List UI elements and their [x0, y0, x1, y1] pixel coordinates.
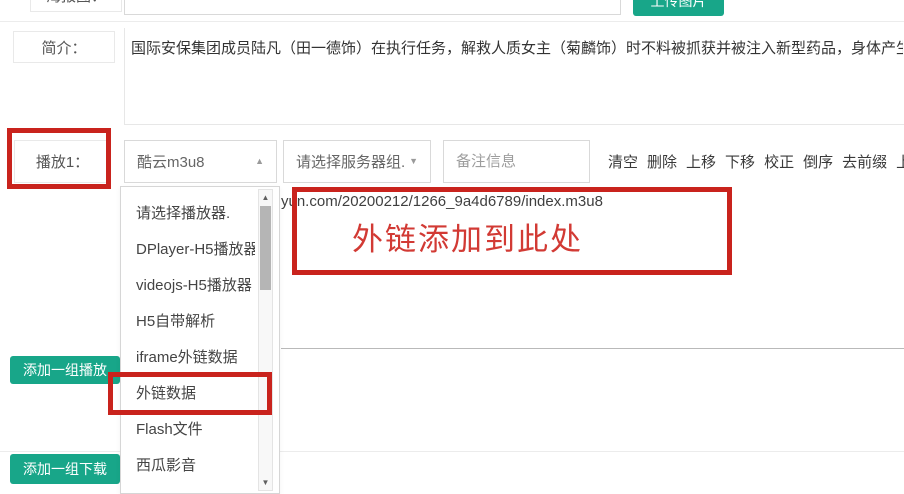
play1-label: 播放1：: [14, 140, 111, 183]
action-upload[interactable]: 上传: [896, 151, 904, 172]
action-reverse[interactable]: 倒序: [803, 151, 833, 172]
add-play-group-button[interactable]: 添加一组播放: [10, 356, 120, 384]
section-divider: [0, 21, 904, 22]
dropdown-scrollbar[interactable]: ▲ ▼: [258, 189, 273, 491]
annotation-text: 外链添加到此处: [352, 214, 583, 259]
play-url-text[interactable]: yun.com/20200212/1266_9a4d6789/index.m3u…: [281, 193, 603, 210]
action-correct[interactable]: 校正: [764, 151, 794, 172]
dropdown-item-xigua[interactable]: 西瓜影音: [121, 448, 255, 484]
dropdown-item-placeholder[interactable]: 请选择播放器.: [121, 196, 255, 232]
upload-image-button[interactable]: 上传图片: [633, 0, 724, 16]
add-download-group-button[interactable]: 添加一组下载: [10, 454, 120, 484]
action-move-up[interactable]: 上移: [686, 151, 716, 172]
intro-text: 国际安保集团成员陆凡（田一德饰）在执行任务，解救人质女主（菊麟饰）时不料被抓获并…: [125, 28, 903, 58]
intro-label: 简介：: [13, 31, 115, 63]
scroll-down-icon[interactable]: ▼: [259, 475, 272, 490]
dropdown-item-external-link[interactable]: 外链数据: [121, 376, 255, 412]
chevron-up-icon: ▲: [255, 157, 264, 166]
server-select-value: 请选择服务器组.: [296, 151, 405, 172]
play-action-links: 清空 删除 上移 下移 校正 倒序 去前缀 上传: [608, 140, 904, 183]
scrollbar-thumb[interactable]: [260, 206, 271, 290]
dropdown-item-iframe-external[interactable]: iframe外链数据: [121, 340, 255, 376]
action-move-down[interactable]: 下移: [725, 151, 755, 172]
poster-label: 海报图：: [30, 0, 122, 12]
action-strip-prefix[interactable]: 去前缀: [842, 151, 887, 172]
dropdown-item-h5-native[interactable]: H5自带解析: [121, 304, 255, 340]
player-dropdown-list: 请选择播放器. DPlayer-H5播放器 videojs-H5播放器 H5自带…: [121, 187, 279, 484]
player-select-value: 酷云m3u8: [137, 151, 205, 172]
server-group-select[interactable]: 请选择服务器组. ▼: [283, 140, 431, 183]
action-delete[interactable]: 删除: [647, 151, 677, 172]
section-divider: [281, 348, 904, 349]
player-dropdown-menu: 请选择播放器. DPlayer-H5播放器 videojs-H5播放器 H5自带…: [120, 186, 280, 494]
dropdown-item-dplayer-h5[interactable]: DPlayer-H5播放器: [121, 232, 255, 268]
poster-url-input[interactable]: [124, 0, 621, 15]
player-select[interactable]: 酷云m3u8 ▲: [124, 140, 277, 183]
action-clear[interactable]: 清空: [608, 151, 638, 172]
dropdown-item-videojs-h5[interactable]: videojs-H5播放器: [121, 268, 255, 304]
chevron-down-icon: ▼: [409, 157, 418, 166]
dropdown-item-flash[interactable]: Flash文件: [121, 412, 255, 448]
remark-input[interactable]: [443, 140, 590, 183]
scroll-up-icon[interactable]: ▲: [259, 190, 272, 205]
cms-edit-form: 海报图： 上传图片 简介： 国际安保集团成员陆凡（田一德饰）在执行任务，解救人质…: [0, 0, 904, 494]
intro-textarea[interactable]: 国际安保集团成员陆凡（田一德饰）在执行任务，解救人质女主（菊麟饰）时不料被抓获并…: [124, 28, 904, 125]
